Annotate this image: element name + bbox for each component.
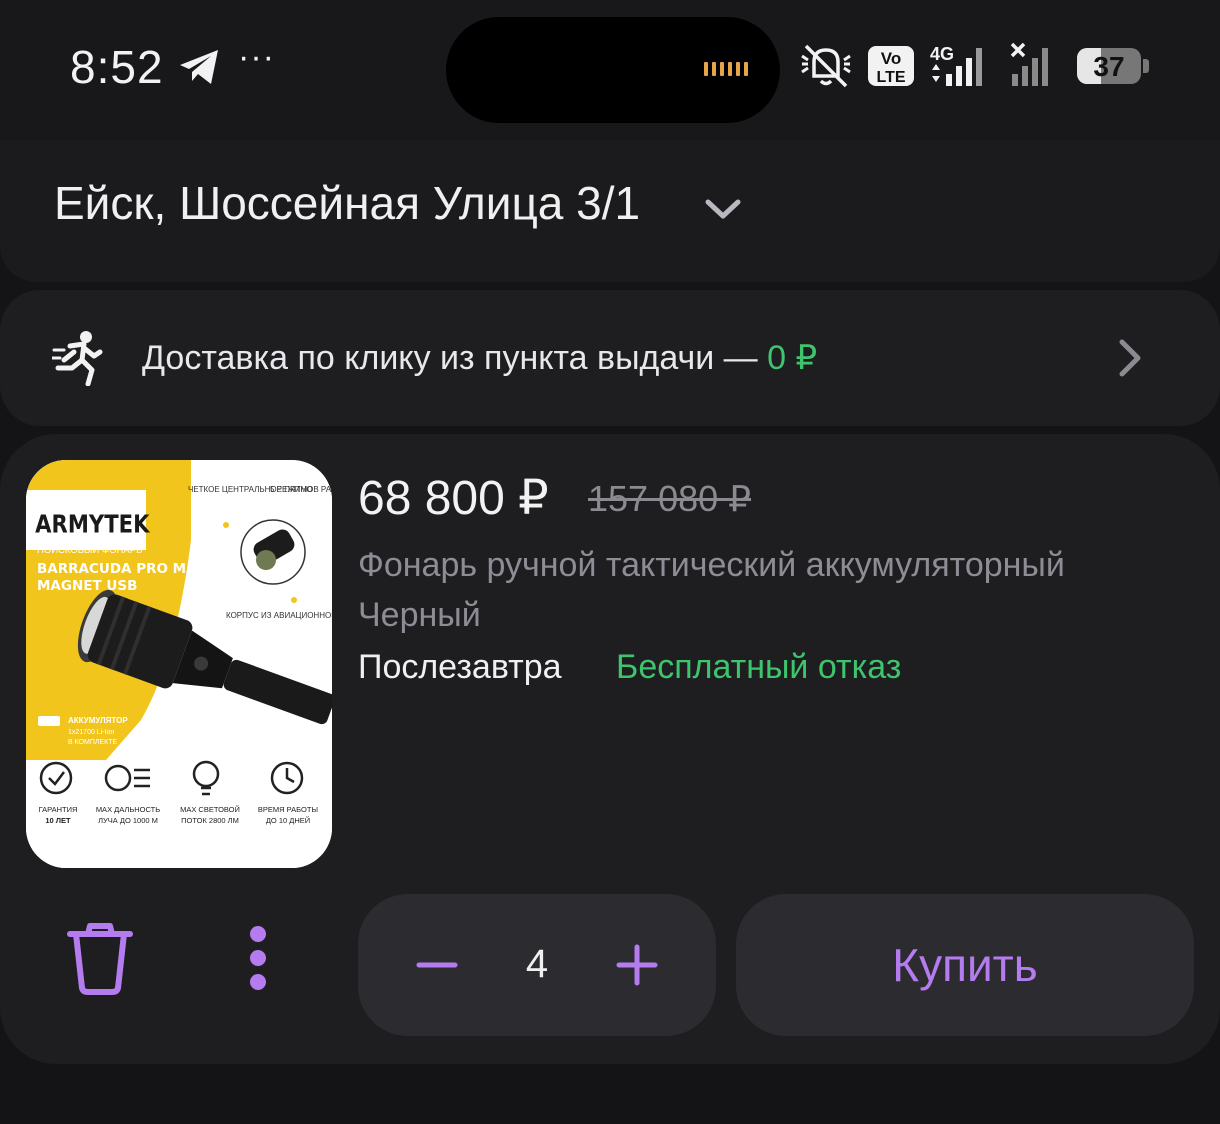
battery-icon: 37 [1077,48,1141,84]
free-return-label: Бесплатный отказ [616,648,902,686]
svg-text:4G: 4G [930,44,954,64]
product-price: 68 800 ₽ [358,472,549,525]
runner-icon [52,331,103,386]
svg-text:КОРПУС ИЗ АВИАЦИОННОГО АЛЮМИНИ: КОРПУС ИЗ АВИАЦИОННОГО АЛЮМИНИЯ [226,611,332,620]
battery-level: 37 [1093,51,1125,82]
status-icons: Vo LTE 4G [801,42,1048,88]
svg-text:ГАРАНТИЯ: ГАРАНТИЯ [39,805,78,814]
svg-text:10 ЛЕТ: 10 ЛЕТ [45,816,71,825]
svg-text:В КОМПЛЕКТЕ: В КОМПЛЕКТЕ [68,739,118,746]
delivery-date: Послезавтра [358,648,562,686]
plus-icon[interactable] [614,942,660,988]
status-time: 8:52 [70,41,164,93]
svg-text:ПОТОК 2800 ЛМ: ПОТОК 2800 ЛМ [181,816,239,825]
trash-icon[interactable] [64,920,136,996]
mute-icon [801,44,851,88]
svg-text:5 РЕЖИМОВ РАБОТЫ: 5 РЕЖИМОВ РАБОТЫ [270,485,332,494]
delivery-banner-price: 0 ₽ [767,339,818,377]
product-image[interactable]: ARMYTEK ПОИСКОВЫЙ ФОНАРЬ BARRACUDA PRO M… [26,460,332,868]
product-title-line1: Фонарь ручной тактический аккумуляторный [358,546,1065,584]
minus-icon[interactable] [414,942,460,988]
svg-text:LTE: LTE [876,69,905,86]
more-vertical-icon[interactable] [238,920,278,996]
svg-text:BARRACUDA PRO MAX: BARRACUDA PRO MAX [37,561,208,577]
svg-text:АККУМУЛЯТОР: АККУМУЛЯТОР [68,716,128,725]
chevron-right-icon[interactable] [1115,338,1145,378]
product-title-line2: Черный [358,596,481,634]
svg-text:1x21700 Li-Ion: 1x21700 Li-Ion [68,729,114,736]
delivery-banner-text: Доставка по клику из пункта выдачи — 0 ₽ [142,338,817,378]
svg-text:ARMYTEK: ARMYTEK [35,510,150,539]
delivery-banner-label: Доставка по клику из пункта выдачи — [142,339,768,377]
signal-icon-sim2 [1010,42,1048,86]
product-image-art: ARMYTEK ПОИСКОВЫЙ ФОНАРЬ BARRACUDA PRO M… [26,460,332,868]
delivery-address[interactable]: Ейск, Шоссейная Улица 3/1 [54,176,640,230]
product-old-price: 157 080 ₽ [588,478,752,519]
svg-text:MAX ДАЛЬНОСТЬ: MAX ДАЛЬНОСТЬ [96,805,160,814]
more-notifications-icon: ··· [238,38,275,76]
battery-tip [1143,59,1149,73]
product-title[interactable]: Фонарь ручной тактический аккумуляторный… [358,540,1188,640]
telegram-icon [180,50,218,84]
svg-text:Vo: Vo [881,49,901,68]
svg-text:ЛУЧА ДО 1000 М: ЛУЧА ДО 1000 М [98,816,158,825]
chevron-down-icon[interactable] [704,196,742,222]
svg-text:ВРЕМЯ РАБОТЫ: ВРЕМЯ РАБОТЫ [258,805,319,814]
buy-button[interactable]: Купить [736,894,1194,1036]
audio-activity-icon [704,62,748,76]
quantity-value: 4 [525,942,549,986]
svg-text:MAGNET USB: MAGNET USB [37,578,137,594]
svg-text:MAX СВЕТОВОЙ: MAX СВЕТОВОЙ [180,805,240,814]
svg-text:ПОИСКОВЫЙ ФОНАРЬ: ПОИСКОВЫЙ ФОНАРЬ [37,544,142,556]
dynamic-island [446,17,780,123]
svg-text:ДО 10 ДНЕЙ: ДО 10 ДНЕЙ [266,816,310,825]
